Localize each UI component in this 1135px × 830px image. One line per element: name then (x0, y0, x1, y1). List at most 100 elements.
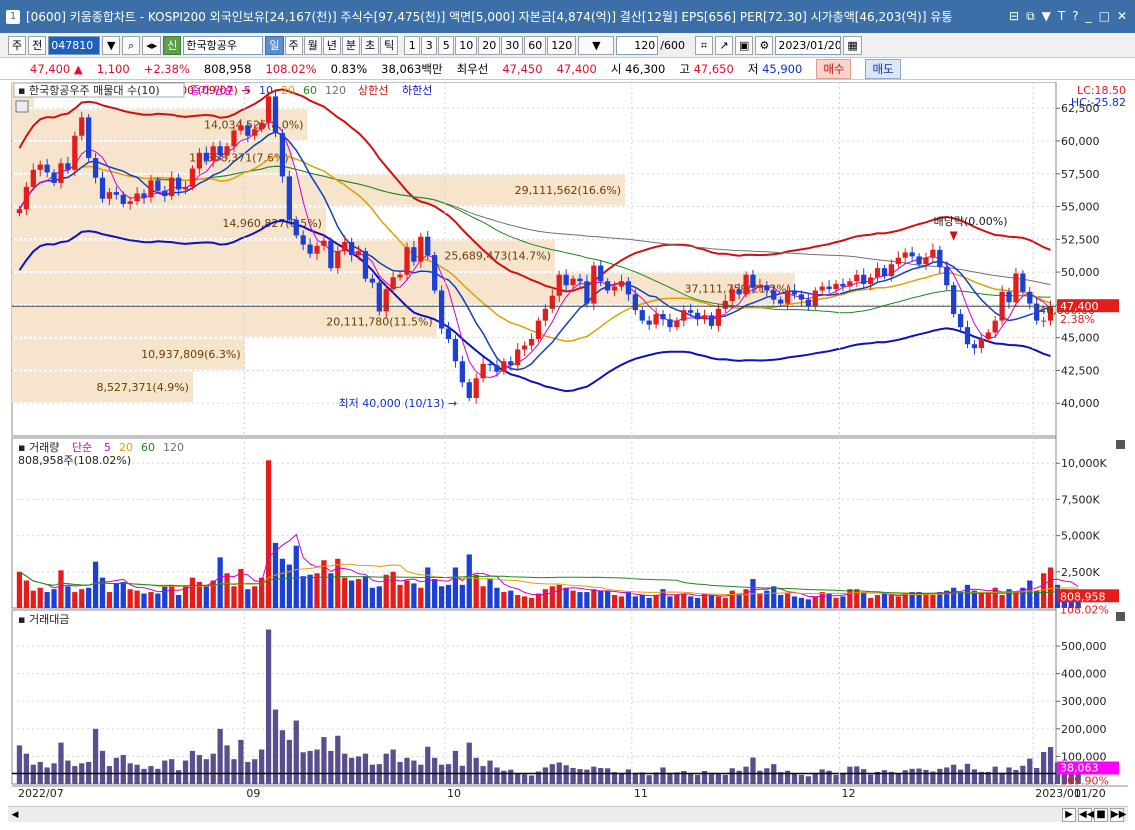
minute-dropdown[interactable]: ▼ (578, 35, 615, 55)
candle-body (72, 135, 78, 170)
nav-button-2[interactable]: ■ (1094, 807, 1108, 822)
window-control-6[interactable]: □ (1099, 9, 1110, 24)
period-button-week[interactable]: 주 (8, 35, 27, 55)
window-control-7[interactable]: ✕ (1117, 9, 1127, 24)
amount-tick-label: 200,000 (1061, 723, 1107, 736)
amount-bar (1027, 758, 1033, 784)
minute-option-120[interactable]: 120 (547, 35, 577, 55)
code-dropdown-icon[interactable]: ▼ (102, 35, 121, 55)
volume-bar (861, 592, 867, 608)
window-control-3[interactable]: T (1058, 9, 1065, 24)
amount-bar (252, 759, 258, 784)
amount-bar (923, 769, 929, 784)
volume-bar (930, 594, 936, 608)
volume-bar (1040, 573, 1047, 608)
minute-option-5[interactable]: 5 (438, 35, 455, 55)
scroll-track[interactable] (22, 809, 1062, 821)
volume-bar (238, 568, 244, 608)
window-control-0[interactable]: ⊟ (1009, 9, 1019, 24)
candle-body (1027, 291, 1033, 304)
minute-option-1[interactable]: 1 (404, 35, 421, 55)
amount-bar (459, 765, 465, 784)
volume-bar (245, 589, 251, 608)
candle-body (729, 289, 735, 301)
count-input[interactable] (616, 35, 659, 55)
interval-tab-0[interactable]: 일 (265, 35, 284, 55)
volume-bar (570, 590, 576, 608)
minute-option-30[interactable]: 30 (501, 35, 524, 55)
candle-body (272, 96, 279, 134)
volume-bar (37, 587, 43, 608)
window-control-1[interactable]: ⧉ (1026, 9, 1035, 24)
amount-bar (632, 773, 638, 784)
window-control-4[interactable]: ? (1072, 9, 1078, 24)
save-icon[interactable]: ▣ (735, 35, 754, 55)
indicator-icon[interactable]: ⌗ (695, 35, 713, 55)
candle-body (750, 274, 756, 288)
candle-body (971, 344, 978, 349)
nav-button-0[interactable]: ▶ (1062, 807, 1076, 822)
candle-body (964, 327, 971, 345)
chart-scrollbar[interactable]: ◀ ▶ ◀◀ ■ ▶▶ (8, 806, 1128, 822)
candle-body (362, 251, 369, 279)
settings-gear-icon[interactable]: ⚙ (755, 35, 774, 55)
minute-option-60[interactable]: 60 (524, 35, 547, 55)
interval-tab-6[interactable]: 틱 (380, 35, 399, 55)
amount-bar (16, 745, 23, 784)
calendar-icon[interactable]: ▦ (843, 35, 862, 55)
volume-ma-legend-120: 120 (163, 441, 184, 454)
amount-bar (265, 629, 272, 784)
volume-bar (881, 593, 888, 608)
minute-option-3[interactable]: 3 (421, 35, 438, 55)
candle-body (508, 361, 514, 366)
amount-bar (30, 764, 36, 784)
grid-toggle-icon (15, 100, 29, 113)
search-icon[interactable]: ⌕ (122, 35, 141, 55)
stock-name-field[interactable] (183, 35, 264, 55)
volume-bar (127, 589, 133, 608)
candle-body (286, 176, 292, 220)
sound-icon[interactable]: ◂▸ (142, 35, 162, 55)
window-control-5[interactable]: _ (1086, 9, 1092, 24)
amount-bar (508, 769, 514, 784)
interval-tab-5[interactable]: 초 (361, 35, 380, 55)
amount-bar (895, 772, 901, 784)
volume-bar (438, 586, 445, 608)
amount-bar (667, 773, 673, 784)
stock-chart[interactable]: 8,527,371(4.9%) 10,937,809(6.3%) 20,111,78… (8, 82, 1128, 802)
price-tick-label: 42,500 (1061, 364, 1100, 377)
volume-bar (521, 596, 528, 608)
volume-bar (293, 545, 299, 608)
volume-bar (279, 558, 286, 608)
minute-option-10[interactable]: 10 (455, 35, 478, 55)
scroll-left-icon[interactable]: ◀ (8, 808, 22, 822)
candle-body (238, 125, 244, 131)
interval-tab-4[interactable]: 분 (341, 35, 361, 55)
candle-body (355, 251, 362, 256)
period-button-prev[interactable]: 전 (28, 35, 47, 55)
volume-bar (1013, 592, 1019, 608)
interval-tab-3[interactable]: 년 (322, 35, 341, 55)
nav-button-3[interactable]: ▶▶ (1110, 807, 1126, 822)
buy-button[interactable]: 매수 (816, 58, 852, 79)
candle-body (79, 117, 85, 136)
date-input[interactable] (775, 35, 842, 55)
interval-tab-1[interactable]: 주 (284, 35, 303, 55)
volume-bar (155, 593, 161, 608)
sell-button[interactable]: 매도 (865, 58, 901, 79)
candle-body (459, 361, 465, 383)
candle-body (556, 274, 562, 296)
interval-tab-2[interactable]: 월 (303, 35, 322, 55)
volume-bar (743, 589, 749, 608)
nav-button-1[interactable]: ◀◀ (1078, 807, 1094, 822)
volume-bar (425, 567, 431, 608)
minute-option-20[interactable]: 20 (478, 35, 501, 55)
amount-bar (1006, 767, 1012, 784)
candle-body (867, 277, 874, 284)
volume-bar (591, 589, 597, 608)
candle-body (694, 312, 701, 320)
candle-body (667, 319, 673, 328)
stock-code-input[interactable] (48, 35, 101, 55)
draw-tool-icon[interactable]: ↗ (715, 35, 733, 55)
window-control-2[interactable]: ▼ (1042, 9, 1051, 24)
